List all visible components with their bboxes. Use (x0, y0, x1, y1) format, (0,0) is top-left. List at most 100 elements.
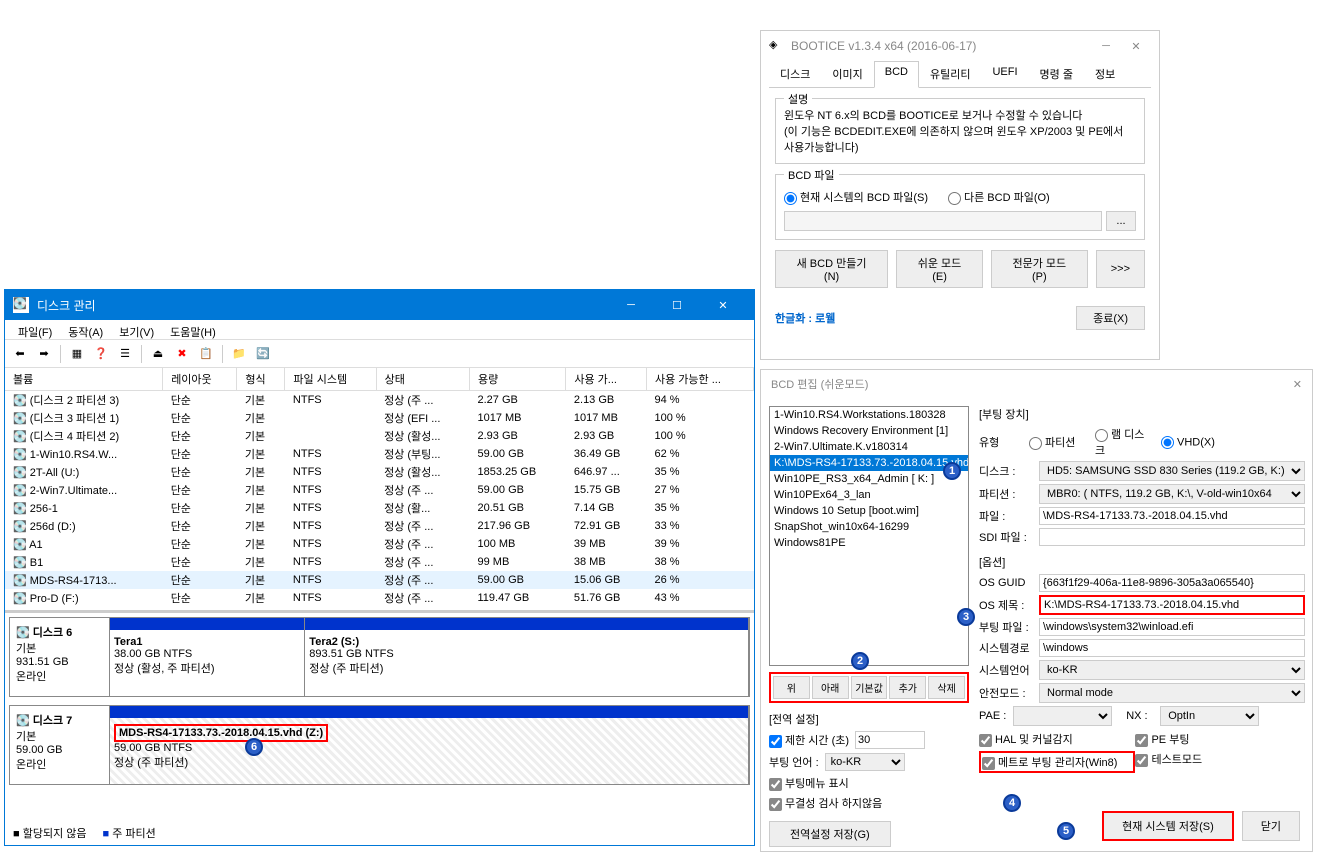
app-icon: 💽 (13, 297, 29, 313)
safemode-select[interactable]: Normal mode (1039, 683, 1305, 703)
add-button[interactable]: 추가 (889, 676, 926, 699)
bcd-path-input[interactable] (784, 211, 1102, 231)
file-input[interactable] (1039, 507, 1305, 525)
app-icon: ◈ (769, 38, 785, 54)
more-button[interactable]: >>> (1096, 250, 1145, 288)
boot-entry[interactable]: K:\MDS-RS4-17133.73.-2018.04.15.vhd (770, 455, 968, 471)
volume-row[interactable]: 💽 (디스크 2 파티션 3)단순기본NTFS정상 (주 ...2.27 GB2… (5, 391, 754, 410)
tile-icon[interactable]: ▦ (67, 344, 87, 364)
col-header[interactable]: 사용 가... (566, 368, 647, 391)
syslang-select[interactable]: ko-KR (1039, 660, 1305, 680)
description-group: 설명 윈도우 NT 6.x의 BCD를 BOOTICE로 보거나 수정할 수 있… (775, 98, 1145, 164)
nx-select[interactable]: OptIn (1160, 706, 1259, 726)
minimize-button[interactable]: ─ (1091, 40, 1121, 52)
boot-entry[interactable]: Windows Recovery Environment [1] (770, 423, 968, 439)
radio-other-bcd[interactable]: 다른 BCD 파일(O) (948, 189, 1050, 205)
easy-mode-button[interactable]: 쉬운 모드(E) (896, 250, 983, 288)
col-header[interactable]: 형식 (237, 368, 285, 391)
volume-row[interactable]: 💽 1-Win10.RS4.W...단순기본NTFS정상 (부팅...59.00… (5, 445, 754, 463)
titlebar[interactable]: BCD 편집 (쉬운모드) ✕ (761, 370, 1312, 398)
help-icon[interactable]: ❓ (91, 344, 111, 364)
volume-row[interactable]: 💽 MDS-RS4-1713...단순기본NTFS정상 (주 ...59.00 … (5, 571, 754, 589)
boot-entry[interactable]: 1-Win10.RS4.Workstations.180328 (770, 407, 968, 423)
tab-bcd[interactable]: BCD (874, 61, 919, 88)
menu-view[interactable]: 보기(V) (111, 322, 162, 337)
col-header[interactable]: 볼륨 (5, 368, 163, 391)
titlebar[interactable]: 💽 디스크 관리 ─ ☐ ✕ (5, 290, 754, 320)
volume-row[interactable]: 💽 256-1단순기본NTFS정상 (활...20.51 GB7.14 GB35… (5, 499, 754, 517)
down-button[interactable]: 아래 (812, 676, 849, 699)
tab-uefi[interactable]: UEFI (981, 61, 1028, 87)
boot-entry[interactable]: Win10PEx64_3_lan (770, 487, 968, 503)
boot-entry[interactable]: SnapShot_win10x64-16299 (770, 519, 968, 535)
pae-select[interactable] (1013, 706, 1112, 726)
exit-button[interactable]: 종료(X) (1076, 306, 1145, 330)
close-button[interactable]: ✕ (1121, 40, 1151, 53)
disk-select[interactable]: HD5: SAMSUNG SSD 830 Series (119.2 GB, K… (1039, 461, 1305, 481)
save-global-button[interactable]: 전역설정 저장(G) (769, 821, 891, 847)
volume-row[interactable]: 💽 (디스크 3 파티션 1)단순기본정상 (EFI ...1017 MB101… (5, 409, 754, 427)
footer-buttons: 현재 시스템 저장(S) 닫기 (1102, 811, 1300, 841)
boot-entry[interactable]: 2-Win7.Ultimate.K.v180314 (770, 439, 968, 455)
save-current-button[interactable]: 현재 시스템 저장(S) (1102, 811, 1234, 841)
boot-entry[interactable]: Windows81PE (770, 535, 968, 551)
partition-tera1[interactable]: Tera138.00 GB NTFS정상 (활성, 주 파티션) (110, 618, 305, 696)
timeout-input[interactable] (855, 731, 925, 749)
volume-row[interactable]: 💽 B1단순기본NTFS정상 (주 ...99 MB38 MB38 % (5, 553, 754, 571)
boot-entry-list[interactable]: 1-Win10.RS4.Workstations.180328Windows R… (769, 406, 969, 666)
close-button[interactable]: ✕ (700, 290, 746, 320)
partition-select[interactable]: MBR0: ( NTFS, 119.2 GB, K:\, V-old-win10… (1039, 484, 1305, 504)
maximize-button[interactable]: ☐ (654, 290, 700, 320)
boot-entry[interactable]: Windows 10 Setup [boot.wim] (770, 503, 968, 519)
refresh-icon[interactable]: 🔄 (253, 344, 273, 364)
boot-lang-select[interactable]: ko-KR (825, 753, 905, 771)
sdi-input[interactable] (1039, 528, 1305, 546)
volume-grid[interactable]: 볼륨레이아웃형식파일 시스템상태용량사용 가...사용 가능한 ... 💽 (디… (5, 368, 754, 613)
close-button[interactable]: 닫기 (1242, 811, 1300, 841)
titlebar[interactable]: ◈ BOOTICE v1.3.4 x64 (2016-06-17) ─ ✕ (761, 31, 1159, 61)
props-icon[interactable]: 📋 (196, 344, 216, 364)
volume-row[interactable]: 💽 A1단순기본NTFS정상 (주 ...100 MB39 MB39 % (5, 535, 754, 553)
tab-image[interactable]: 이미지 (821, 61, 873, 87)
default-button[interactable]: 기본값 (851, 676, 888, 699)
delete-icon[interactable]: ✖ (172, 344, 192, 364)
col-header[interactable]: 용량 (469, 368, 565, 391)
radio-current-bcd[interactable]: 현재 시스템의 BCD 파일(S) (784, 189, 928, 205)
volume-row[interactable]: 💽 2-Win7.Ultimate...단순기본NTFS정상 (주 ...59.… (5, 481, 754, 499)
syspath-input[interactable] (1039, 639, 1305, 657)
menu-help[interactable]: 도움말(H) (162, 322, 224, 337)
col-header[interactable]: 상태 (376, 368, 469, 391)
volume-row[interactable]: 💽 Pro-D (F:)단순기본NTFS정상 (주 ...119.47 GB51… (5, 589, 754, 607)
list-icon[interactable]: ☰ (115, 344, 135, 364)
menu-action[interactable]: 동작(A) (60, 322, 111, 337)
tab-cmdline[interactable]: 명령 줄 (1029, 61, 1084, 87)
menu-file[interactable]: 파일(F) (10, 322, 60, 337)
boot-file-input[interactable] (1039, 618, 1305, 636)
tab-utility[interactable]: 유틸리티 (919, 61, 981, 87)
volume-row[interactable]: 💽 (디스크 4 파티션 2)단순기본정상 (활성...2.93 GB2.93 … (5, 427, 754, 445)
partition-mds-vhd[interactable]: MDS-RS4-17133.73.-2018.04.15.vhd (Z:) 59… (110, 706, 749, 784)
close-button[interactable]: ✕ (1293, 378, 1302, 391)
volume-row[interactable]: 💽 256d (D:)단순기본NTFS정상 (주 ...217.96 GB72.… (5, 517, 754, 535)
col-header[interactable]: 레이아웃 (163, 368, 237, 391)
col-header[interactable]: 파일 시스템 (285, 368, 376, 391)
tab-info[interactable]: 정보 (1084, 61, 1126, 87)
guid-input[interactable] (1039, 574, 1305, 592)
entry-buttons: 위 아래 기본값 추가 삭제 (769, 672, 969, 703)
pro-mode-button[interactable]: 전문가 모드(P) (991, 250, 1088, 288)
volume-row[interactable]: 💽 2T-All (U:)단순기본NTFS정상 (활성...1853.25 GB… (5, 463, 754, 481)
back-icon[interactable]: ⬅ (10, 344, 30, 364)
col-header[interactable]: 사용 가능한 ... (647, 368, 754, 391)
tab-disk[interactable]: 디스크 (769, 61, 821, 87)
folder-icon[interactable]: 📁 (229, 344, 249, 364)
os-title-input[interactable] (1039, 595, 1305, 615)
minimize-button[interactable]: ─ (608, 290, 654, 320)
forward-icon[interactable]: ➡ (34, 344, 54, 364)
boot-entry[interactable]: Win10PE_RS3_x64_Admin [ K: ] (770, 471, 968, 487)
browse-button[interactable]: ... (1106, 211, 1136, 231)
delete-button[interactable]: 삭제 (928, 676, 965, 699)
partition-tera2[interactable]: Tera2 (S:)893.51 GB NTFS정상 (주 파티션) (305, 618, 749, 696)
new-bcd-button[interactable]: 새 BCD 만들기(N) (775, 250, 888, 288)
eject-icon[interactable]: ⏏ (148, 344, 168, 364)
up-button[interactable]: 위 (773, 676, 810, 699)
